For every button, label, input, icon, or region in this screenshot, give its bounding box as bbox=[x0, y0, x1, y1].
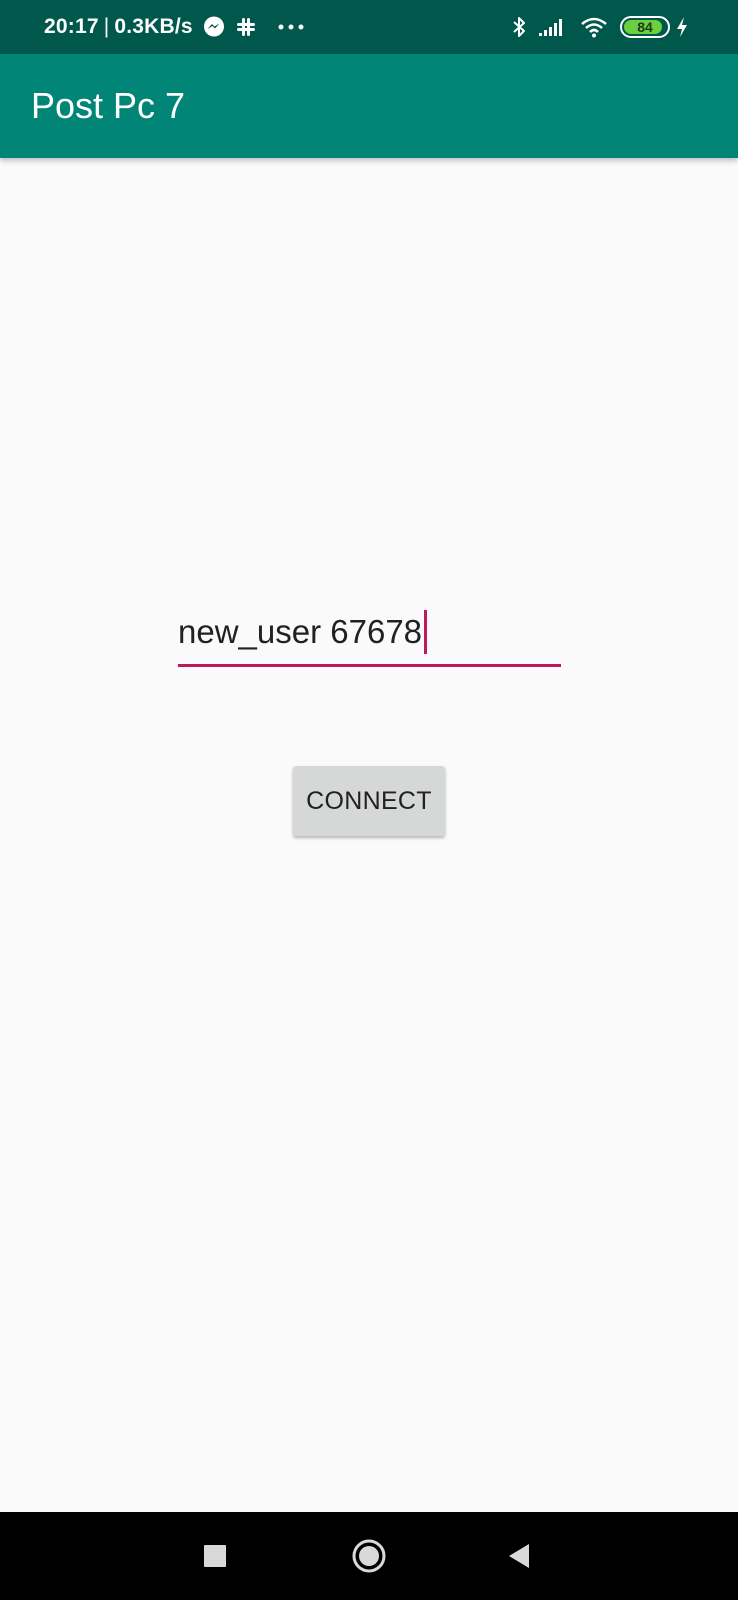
connect-button[interactable]: CONNECT bbox=[293, 766, 445, 836]
battery-level: 84 bbox=[637, 19, 653, 35]
text-cursor bbox=[424, 610, 428, 654]
status-separator: | bbox=[103, 15, 110, 38]
wifi-icon bbox=[580, 16, 608, 38]
app-title: Post Pc 7 bbox=[31, 85, 186, 126]
back-button[interactable] bbox=[479, 1512, 559, 1600]
app-bar: Post Pc 7 bbox=[0, 54, 738, 158]
home-icon bbox=[352, 1539, 386, 1573]
username-input-underline bbox=[178, 664, 561, 667]
messenger-icon bbox=[203, 16, 225, 38]
recents-button[interactable] bbox=[175, 1512, 255, 1600]
status-bar: 20:17 | 0.3KB/s 84 bbox=[0, 0, 738, 54]
username-input[interactable]: new_user 67678 bbox=[178, 604, 561, 670]
home-button[interactable] bbox=[329, 1512, 409, 1600]
charging-icon bbox=[676, 16, 688, 38]
username-input-value-row[interactable]: new_user 67678 bbox=[178, 610, 428, 654]
status-left-group: 20:17 | 0.3KB/s bbox=[44, 0, 305, 54]
bluetooth-icon bbox=[512, 15, 526, 39]
status-right-group: 84 bbox=[500, 0, 688, 54]
network-speed: 0.3KB/s bbox=[114, 15, 193, 38]
navigation-bar bbox=[0, 1512, 738, 1600]
back-icon bbox=[509, 1544, 529, 1568]
more-notifications-icon bbox=[277, 23, 305, 31]
username-input-text[interactable]: new_user 67678 bbox=[178, 613, 422, 651]
recents-icon bbox=[204, 1545, 226, 1567]
cellular-signal-icon bbox=[538, 17, 568, 37]
battery-icon: 84 bbox=[620, 16, 670, 38]
slack-icon bbox=[235, 16, 257, 38]
status-time: 20:17 bbox=[44, 15, 99, 38]
